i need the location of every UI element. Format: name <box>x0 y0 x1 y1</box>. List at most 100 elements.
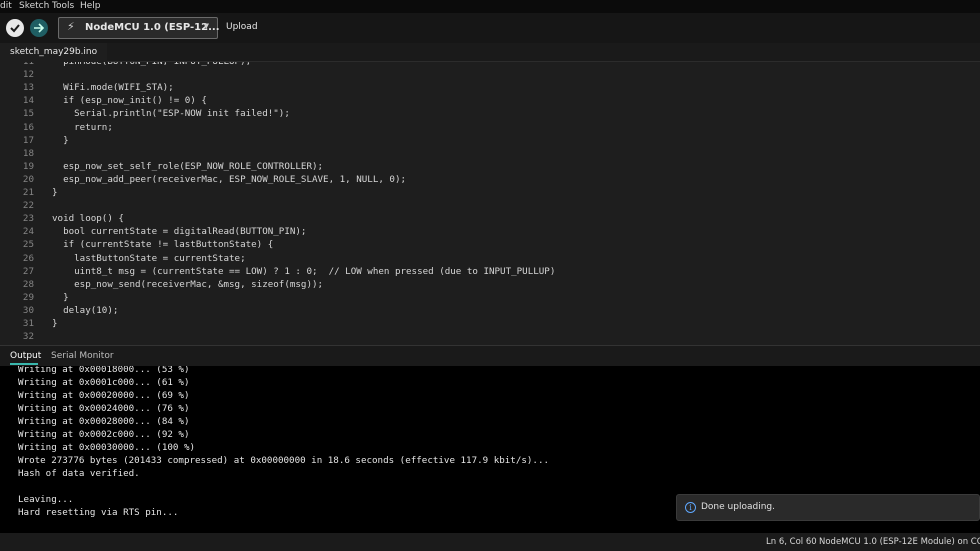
line-number: 12 <box>22 69 34 81</box>
toast-message: Done uploading. <box>701 502 775 512</box>
line-number: 27 <box>22 265 34 277</box>
code-text: void loop() { <box>52 213 124 225</box>
output-line: Writing at 0x00028000... (84 %) <box>18 416 190 427</box>
output-line: Writing at 0x00020000... (69 %) <box>18 390 190 401</box>
code-text: bool currentState = digitalRead(BUTTON_P… <box>52 226 307 238</box>
code-line: 22 <box>0 200 980 213</box>
code-line: 11 pinMode(BUTTON_PIN, INPUT_PULLUP); <box>0 62 980 69</box>
line-number: 11 <box>0 62 34 67</box>
verify-button[interactable] <box>6 19 24 37</box>
upload-arrow-icon <box>34 23 45 33</box>
line-number: 18 <box>22 147 34 159</box>
line-number: 23 <box>22 213 34 225</box>
code-line: 15 Serial.println("ESP-NOW init failed!"… <box>0 108 980 121</box>
chevron-down-icon: ▼ <box>203 22 209 30</box>
line-number: 19 <box>22 160 34 172</box>
output-line: Hash of data verified. <box>18 468 140 479</box>
code-text: esp_now_add_peer(receiverMac, ESP_NOW_RO… <box>52 173 407 185</box>
tab-serial-monitor[interactable]: Serial Monitor <box>51 351 114 361</box>
code-line: 27 uint8_t msg = (currentState == LOW) ?… <box>0 266 980 279</box>
output-line: Wrote 273776 bytes (201433 compressed) a… <box>18 455 550 466</box>
toolbar: ⚡ NodeMCU 1.0 (ESP-12... ▼ Upload <box>0 13 980 43</box>
code-text: if (esp_now_init() != 0) { <box>52 95 207 107</box>
line-number: 28 <box>22 278 34 290</box>
code-editor[interactable]: 11 pinMode(BUTTON_PIN, INPUT_PULLUP);121… <box>0 62 980 345</box>
file-tab-bar: sketch_may29b.ino <box>0 43 980 62</box>
line-number: 14 <box>22 95 34 107</box>
output-line: Writing at 0x0001c000... (61 %) <box>18 377 190 388</box>
line-number: 21 <box>22 187 34 198</box>
line-number: 31 <box>22 318 34 329</box>
menu-tools[interactable]: Tools <box>52 1 74 11</box>
line-number: 24 <box>22 226 34 238</box>
code-line: 13 WiFi.mode(WIFI_STA); <box>0 82 980 95</box>
verify-arrow-icon <box>10 24 20 33</box>
code-line: 18 <box>0 148 980 161</box>
code-line: 16 return; <box>0 122 980 135</box>
code-text: if (currentState != lastButtonState) { <box>52 239 274 251</box>
status-board[interactable]: NodeMCU 1.0 (ESP-12E Module) on COM17 <box>819 537 980 547</box>
code-line: 20 esp_now_add_peer(receiverMac, ESP_NOW… <box>0 174 980 187</box>
menu-edit[interactable]: dit <box>0 1 12 11</box>
output-line: Hard resetting via RTS pin... <box>18 507 179 518</box>
line-number: 16 <box>22 121 34 133</box>
menu-help[interactable]: Help <box>80 1 101 11</box>
code-line: 23 void loop() { <box>0 213 980 226</box>
line-number: 13 <box>22 82 34 94</box>
code-text: delay(10); <box>52 304 119 316</box>
code-line: 25 if (currentState != lastButtonState) … <box>0 239 980 252</box>
code-line: 12 <box>0 69 980 82</box>
line-number: 26 <box>22 252 34 264</box>
info-icon: i <box>685 502 696 513</box>
code-text: esp_now_send(receiverMac, &msg, sizeof(m… <box>52 278 324 290</box>
output-line: Writing at 0x00018000... (53 %) <box>18 366 190 375</box>
output-line: Writing at 0x00024000... (76 %) <box>18 403 190 414</box>
code-text: } <box>52 134 69 146</box>
line-number: 25 <box>22 239 34 251</box>
code-text: pinMode(BUTTON_PIN, INPUT_PULLUP); <box>52 62 251 67</box>
menu-sketch[interactable]: Sketch <box>19 1 49 11</box>
line-number: 22 <box>22 200 34 212</box>
usb-icon: ⚡ <box>67 20 75 33</box>
code-text: esp_now_set_self_role(ESP_NOW_ROLE_CONTR… <box>52 160 324 172</box>
code-line: 31} <box>0 318 980 331</box>
code-text: } <box>52 291 69 303</box>
line-number: 20 <box>22 173 34 185</box>
board-selector[interactable]: ⚡ NodeMCU 1.0 (ESP-12... ▼ <box>58 17 220 39</box>
code-line: 19 esp_now_set_self_role(ESP_NOW_ROLE_CO… <box>0 161 980 174</box>
upload-label[interactable]: Upload <box>226 22 258 32</box>
line-number: 15 <box>22 108 34 120</box>
code-text: } <box>52 318 58 329</box>
code-line: 17 } <box>0 135 980 148</box>
output-line: Leaving... <box>18 494 74 505</box>
code-line: 21} <box>0 187 980 200</box>
line-number: 17 <box>22 134 34 146</box>
line-number: 30 <box>22 304 34 316</box>
code-line: 32 <box>0 331 980 344</box>
menu-bar: dit Sketch Tools Help <box>0 0 980 13</box>
output-line: Writing at 0x00030000... (100 %) <box>18 442 196 453</box>
tab-output[interactable]: Output <box>10 351 41 361</box>
notification-toast[interactable]: i Done uploading. <box>676 494 980 521</box>
code-line: 14 if (esp_now_init() != 0) { <box>0 95 980 108</box>
upload-button[interactable] <box>30 19 48 37</box>
panel-tab-bar: Output Serial Monitor <box>0 345 980 366</box>
code-text: lastButtonState = currentState; <box>52 252 246 264</box>
code-text: Serial.println("ESP-NOW init failed!"); <box>52 108 290 120</box>
code-line: 26 lastButtonState = currentState; <box>0 253 980 266</box>
code-line: 24 bool currentState = digitalRead(BUTTO… <box>0 226 980 239</box>
code-text: return; <box>52 121 113 133</box>
code-text: } <box>52 187 58 198</box>
code-line: 29 } <box>0 292 980 305</box>
file-tab[interactable]: sketch_may29b.ino <box>0 43 108 62</box>
status-bar: Ln 6, Col 60 NodeMCU 1.0 (ESP-12E Module… <box>0 533 980 551</box>
code-line: 30 delay(10); <box>0 305 980 318</box>
code-text: WiFi.mode(WIFI_STA); <box>52 82 174 94</box>
line-number: 29 <box>22 291 34 303</box>
code-line: 28 esp_now_send(receiverMac, &msg, sizeo… <box>0 279 980 292</box>
board-name: NodeMCU 1.0 (ESP-12... <box>85 22 220 33</box>
code-text: uint8_t msg = (currentState == LOW) ? 1 … <box>52 265 556 277</box>
line-number: 32 <box>22 331 34 343</box>
active-tab-indicator <box>10 363 38 365</box>
cursor-position[interactable]: Ln 6, Col 60 <box>766 537 817 547</box>
